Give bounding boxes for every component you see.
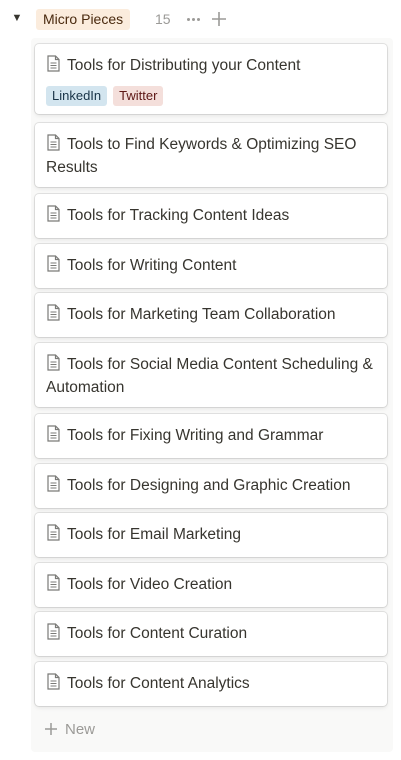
page-icon <box>47 354 60 371</box>
page-icon <box>47 475 60 492</box>
card-title-text: Tools for Distributing your Content <box>67 57 301 74</box>
card-title-text: Tools for Email Marketing <box>67 526 242 543</box>
card[interactable]: Tools for Designing and Graphic Creation <box>35 464 387 508</box>
page-icon <box>47 623 60 640</box>
card[interactable]: Tools for Email Marketing <box>35 513 387 557</box>
card[interactable]: Tools for Social Media Content Schedulin… <box>35 343 387 407</box>
card-title: Tools to Find Keywords & Optimizing SEO … <box>46 133 376 179</box>
page-icon <box>47 673 60 690</box>
card[interactable]: Tools for Video Creation <box>35 563 387 607</box>
card[interactable]: Tools for Writing Content <box>35 244 387 288</box>
card-title-text: Tools for Tracking Content Ideas <box>67 207 290 224</box>
card-title: Tools for Marketing Team Collaboration <box>46 303 376 326</box>
card-title-text: Tools for Video Creation <box>67 576 233 593</box>
tag: LinkedIn <box>46 86 108 106</box>
group-header: ▼ Micro Pieces 15 <box>0 0 401 38</box>
page-icon <box>47 304 60 321</box>
page-icon <box>47 574 60 591</box>
page-icon <box>47 134 60 151</box>
page-icon <box>47 205 60 222</box>
card-title-text: Tools for Marketing Team Collaboration <box>67 306 336 323</box>
page-icon <box>47 425 60 442</box>
card-title-text: Tools for Content Curation <box>67 625 248 642</box>
card-title: Tools for Designing and Graphic Creation <box>46 474 376 497</box>
card[interactable]: Tools for Distributing your Content Linke… <box>35 44 387 114</box>
card[interactable]: Tools for Marketing Team Collaboration <box>35 293 387 337</box>
card-title-text: Tools for Social Media Content Schedulin… <box>46 356 373 396</box>
card-tags: LinkedIn Twitter <box>46 86 376 106</box>
board-column: Tools for Distributing your Content Linke… <box>31 38 393 752</box>
tag: Twitter <box>113 86 164 106</box>
page-icon <box>47 524 60 541</box>
card-title: Tools for Social Media Content Schedulin… <box>46 353 376 399</box>
new-card-button[interactable]: New <box>43 718 95 740</box>
card[interactable]: Tools for Fixing Writing and Grammar <box>35 414 387 458</box>
page-icon <box>47 255 60 272</box>
card-title-text: Tools for Fixing Writing and Grammar <box>67 427 324 444</box>
triangle-down-icon[interactable]: ▼ <box>10 11 24 25</box>
card[interactable]: Tools for Content Curation <box>35 612 387 656</box>
new-card-label: New <box>65 720 96 738</box>
page-icon <box>47 55 60 72</box>
ellipsis-icon[interactable] <box>183 10 203 28</box>
card[interactable]: Tools for Tracking Content Ideas <box>35 194 387 238</box>
card-title-text: Tools for Content Analytics <box>67 675 250 692</box>
card-title-text: Tools to Find Keywords & Optimizing SEO … <box>46 136 357 176</box>
card-title: Tools for Distributing your Content <box>46 54 376 77</box>
plus-icon[interactable] <box>209 9 229 29</box>
card[interactable]: Tools for Content Analytics <box>35 662 387 706</box>
card-title: Tools for Fixing Writing and Grammar <box>46 424 376 447</box>
card-title: Tools for Content Analytics <box>46 672 376 695</box>
card-title: Tools for Tracking Content Ideas <box>46 204 376 227</box>
card[interactable]: Tools to Find Keywords & Optimizing SEO … <box>35 123 387 187</box>
card-title: Tools for Content Curation <box>46 622 376 645</box>
card-title-text: Tools for Writing Content <box>67 257 237 274</box>
group-label[interactable]: Micro Pieces <box>36 9 131 30</box>
plus-icon <box>45 723 57 735</box>
card-title: Tools for Video Creation <box>46 573 376 596</box>
card-title: Tools for Writing Content <box>46 254 376 277</box>
card-title: Tools for Email Marketing <box>46 523 376 546</box>
card-title-text: Tools for Designing and Graphic Creation <box>67 477 351 494</box>
group-count: 15 <box>155 11 171 27</box>
